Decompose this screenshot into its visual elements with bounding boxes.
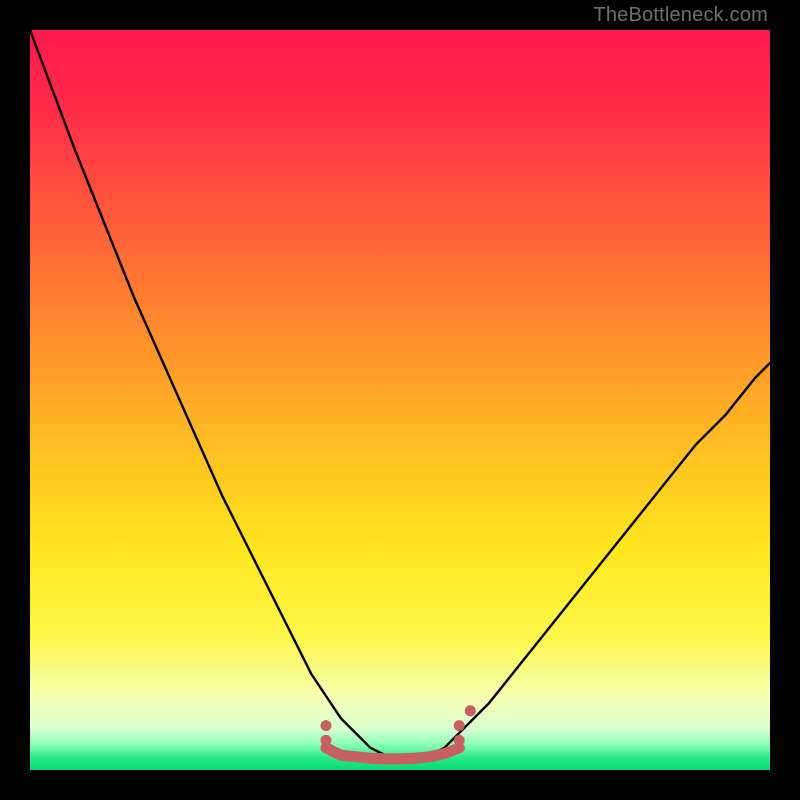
flat-bottom-stroke <box>326 748 459 759</box>
flat-bottom-overlay <box>321 705 476 759</box>
bottleneck-curve <box>30 30 770 763</box>
chart-root: TheBottleneck.com <box>0 0 800 800</box>
plot-area <box>30 30 770 770</box>
flat-bottom-dot <box>454 720 465 731</box>
flat-bottom-dot <box>321 735 332 746</box>
watermark-text: TheBottleneck.com <box>593 4 768 27</box>
flat-bottom-dot <box>454 735 465 746</box>
flat-bottom-dot <box>465 705 476 716</box>
curve-layer <box>30 30 770 770</box>
flat-bottom-dot <box>321 720 332 731</box>
